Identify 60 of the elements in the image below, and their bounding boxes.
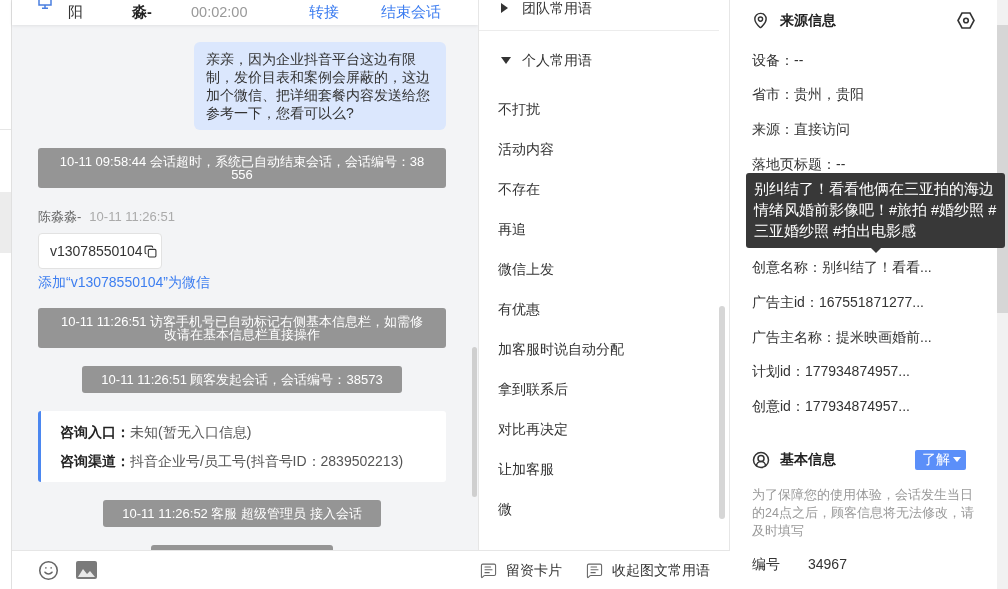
system-notice: 10-11 11:26:51 访客手机号已自动标记右侧基本信息栏，如需修改请在基本信息栏直接操作: [38, 308, 446, 348]
caret-down-icon[interactable]: [501, 56, 511, 64]
customer-name: 淼-: [132, 3, 152, 20]
phrase-item[interactable]: 再追: [498, 218, 526, 240]
phrase-item[interactable]: 不打扰: [498, 98, 540, 120]
info-row-text: 落地页标题：--: [752, 154, 846, 174]
phrase-item[interactable]: 活动内容: [498, 138, 554, 160]
section-title: 来源信息: [780, 10, 836, 30]
settings-icon[interactable]: [957, 11, 975, 29]
info-line: 咨询渠道：抖音企业号/员工号(抖音号ID：2839502213): [60, 452, 405, 470]
tooltip: 别纠结了！看看他俩在三亚拍的海边情绪风婚前影像吧！#旅拍 #婚纱照 #三亚婚纱照 #拍出电影感: [746, 173, 1005, 249]
copy-icon[interactable]: [143, 244, 157, 258]
phrase-item[interactable]: 让加客服: [498, 458, 554, 480]
info-row-text: 广告主id：167551871277...: [752, 292, 924, 312]
image-icon[interactable]: [76, 561, 97, 579]
info-row-text: 创意名称：别纠结了！看看...: [752, 258, 932, 278]
phrase-item[interactable]: 有优惠: [498, 298, 540, 320]
phrase-item[interactable]: 加客服时说自动分配: [498, 338, 624, 360]
system-notice: 10-11 09:58:44 会话超时，系统已自动结束会话，会话编号：38556: [38, 148, 446, 188]
info-row-text: 计划id：177934874957...: [752, 362, 910, 382]
smiley-icon[interactable]: [38, 559, 59, 581]
add-wechat-link[interactable]: 添加“v13078550104”为微信: [38, 274, 210, 290]
phrase-group-toggle[interactable]: 个人常用语: [501, 52, 592, 68]
scrollbar-thumb[interactable]: [997, 25, 1008, 313]
field-value: 34967: [808, 555, 847, 575]
caret-down-icon: [953, 457, 961, 463]
phrase-item[interactable]: 对比再决定: [498, 418, 568, 440]
message-bubble: 亲亲，因为企业抖音平台这边有限制，发价目表和案例会屏蔽的，这边加个微信、把详细套餐内容发送给您参考一下，您看可以么?: [194, 42, 446, 130]
header-text: 阳: [68, 3, 83, 20]
message-text: v13078550104: [50, 241, 143, 261]
system-notice: 10-11 11:26:51 顾客发起会话，会话编号：38573: [82, 366, 402, 393]
section-title: 基本信息: [780, 450, 836, 470]
phrase-item[interactable]: 微信上发: [498, 258, 554, 280]
info-row-text: 创意id：177934874957...: [752, 396, 910, 416]
message-time: 10-11 11:26:51: [89, 209, 175, 225]
info-row-text: 设备：--: [752, 50, 804, 70]
info-row-text: 省市：贵州，贵阳: [752, 85, 864, 105]
phrase-group-toggle[interactable]: 团队常用语: [501, 0, 592, 16]
info-row-text: 来源：直接访问: [752, 120, 850, 139]
monitor-icon: [38, 0, 52, 9]
field-label: 编号: [752, 555, 781, 575]
info-line: 咨询入口：未知(暂无入口信息): [60, 423, 253, 441]
info-row-text: 广告主名称：提米映画婚前...: [752, 327, 932, 347]
toolbar-button[interactable]: 留资卡片: [480, 559, 562, 581]
toolbar-button[interactable]: 收起图文常用语: [586, 559, 710, 581]
action-link[interactable]: 转接: [309, 1, 339, 24]
scrollbar-thumb[interactable]: [472, 347, 477, 497]
phrase-item[interactable]: 微: [498, 498, 512, 520]
scrollbar-thumb[interactable]: [719, 306, 725, 519]
tooltip-pointer-icon: [870, 248, 881, 254]
system-notice: 10-11 11:26:52 客服 超级管理员 接入会话: [103, 500, 381, 527]
caret-right-icon[interactable]: [501, 3, 508, 13]
phrase-item[interactable]: 拿到联系后: [498, 378, 568, 400]
action-link[interactable]: 结束会话: [381, 1, 441, 24]
phrase-item[interactable]: 不存在: [498, 178, 540, 200]
location-pin-icon: [752, 11, 769, 29]
sender-name: 陈淼淼-: [38, 209, 82, 225]
user-circle-icon: [752, 450, 770, 469]
notice-text: 为了保障您的使用体验，会话发生当日的24点之后，顾客信息将无法修改，请及时填写: [752, 486, 974, 540]
session-duration: 00:02:00: [191, 3, 248, 20]
